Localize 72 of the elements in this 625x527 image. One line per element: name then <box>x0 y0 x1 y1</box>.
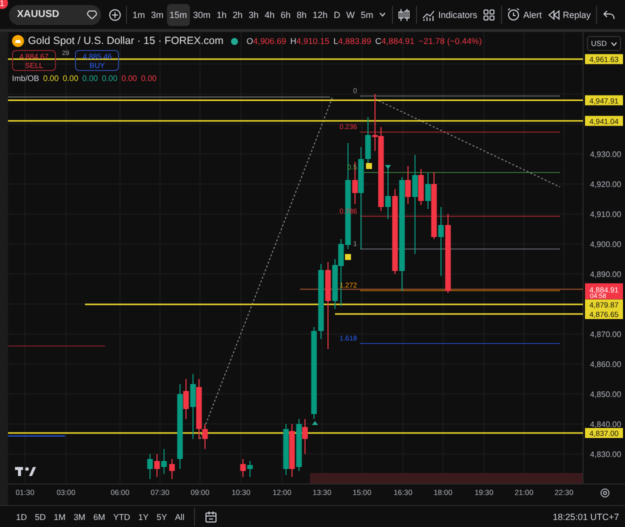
price-axis-label: 4,830.00 <box>590 450 622 459</box>
ohlc-value: O4,906.69 <box>246 36 286 46</box>
settings-icon[interactable] <box>600 488 610 498</box>
indicator-value: 0.00 <box>43 74 59 83</box>
notification-badge: 1 <box>0 0 8 9</box>
alert-button[interactable]: Alert <box>504 4 544 26</box>
range-button[interactable]: 5D <box>34 512 46 522</box>
triangle-icon <box>312 421 318 425</box>
range-button[interactable]: 5Y <box>156 512 167 522</box>
price-axis-label: 4,890.00 <box>590 270 622 279</box>
caret-icon <box>379 12 386 17</box>
coin-icon <box>12 35 24 47</box>
logo-icon <box>15 467 36 476</box>
interval-button[interactable]: D <box>331 4 343 26</box>
interval-button[interactable]: 1m <box>130 4 148 26</box>
price-axis-label: 4,870.00 <box>590 330 622 339</box>
go-to-date-button[interactable] <box>205 510 218 522</box>
marker-icon <box>366 163 372 169</box>
candles-icon <box>398 8 410 22</box>
price-axis-label: 4,860.00 <box>590 360 622 369</box>
price-change: −21.78 (−0.44%) <box>418 36 482 46</box>
indicator-value: 0.00 <box>82 74 98 83</box>
grid-icon <box>483 8 496 20</box>
indicator-value: 0.00 <box>141 74 157 83</box>
price-axis-label: 4,930.00 <box>590 150 622 159</box>
ohlc-value: H4,910.15 <box>290 36 330 46</box>
ohlc-value: C4,884.91 <box>375 36 414 46</box>
interval-button[interactable]: 5m <box>358 4 376 26</box>
indicators-button[interactable]: Indicators <box>420 4 480 26</box>
price-axis-label: 4,850.00 <box>590 390 622 399</box>
indicator-name: Imb/OB <box>12 74 40 83</box>
interval-button[interactable]: W <box>344 4 358 26</box>
interval-button[interactable]: 8h <box>294 4 310 26</box>
interval-button[interactable]: 1h <box>214 4 230 26</box>
price-axis-label: 4,910.00 <box>590 210 622 219</box>
interval-button[interactable]: 12h <box>310 4 330 26</box>
symbol-title: Gold Spot / U.S. Dollar · 15 · FOREX.com <box>28 35 224 47</box>
range-button[interactable]: 1D <box>16 512 27 522</box>
interval-button[interactable]: 6h <box>278 4 294 26</box>
indicator-value: 0.00 <box>102 74 118 83</box>
interval-button[interactable]: 3m <box>148 4 166 26</box>
replay-button[interactable]: Replay <box>545 4 594 26</box>
undo-icon <box>602 10 615 20</box>
triangle-icon <box>385 165 391 169</box>
range-button[interactable]: 1M <box>54 512 66 522</box>
range-button[interactable]: 6M <box>93 512 106 522</box>
rewind-icon <box>548 10 560 20</box>
interval-button[interactable]: 2h <box>230 4 246 26</box>
caret-icon <box>611 42 617 46</box>
plus-icon <box>108 8 120 20</box>
symbol-search[interactable]: XAUUSD <box>9 4 101 24</box>
interval-button[interactable]: 3h <box>246 4 262 26</box>
indicator-value: 0.00 <box>121 74 138 83</box>
range-button[interactable]: YTD <box>113 512 130 522</box>
marker-icon <box>345 254 351 260</box>
calendar-icon <box>205 510 218 522</box>
interval-button[interactable]: 30m <box>190 4 214 26</box>
indicator-value: 0.00 <box>62 74 78 83</box>
chart-icon <box>422 8 436 20</box>
clock-time: 18:25:01 UTC+7 <box>552 512 619 522</box>
alarm-clock-icon <box>507 8 520 21</box>
price-axis-label: 4,920.00 <box>590 180 622 189</box>
interval-button[interactable]: 15m <box>167 4 190 26</box>
range-button[interactable]: 3M <box>74 512 86 522</box>
candle <box>169 458 175 480</box>
price-axis-label: 4,840.00 <box>590 420 622 429</box>
price-axis-label: 4,900.00 <box>590 240 622 249</box>
interval-button[interactable]: 4h <box>262 4 278 26</box>
range-button[interactable]: All <box>175 512 184 522</box>
range-button[interactable]: 1Y <box>138 512 149 522</box>
ohlc-value: L4,883.89 <box>333 36 372 46</box>
diamond-icon <box>87 10 97 19</box>
